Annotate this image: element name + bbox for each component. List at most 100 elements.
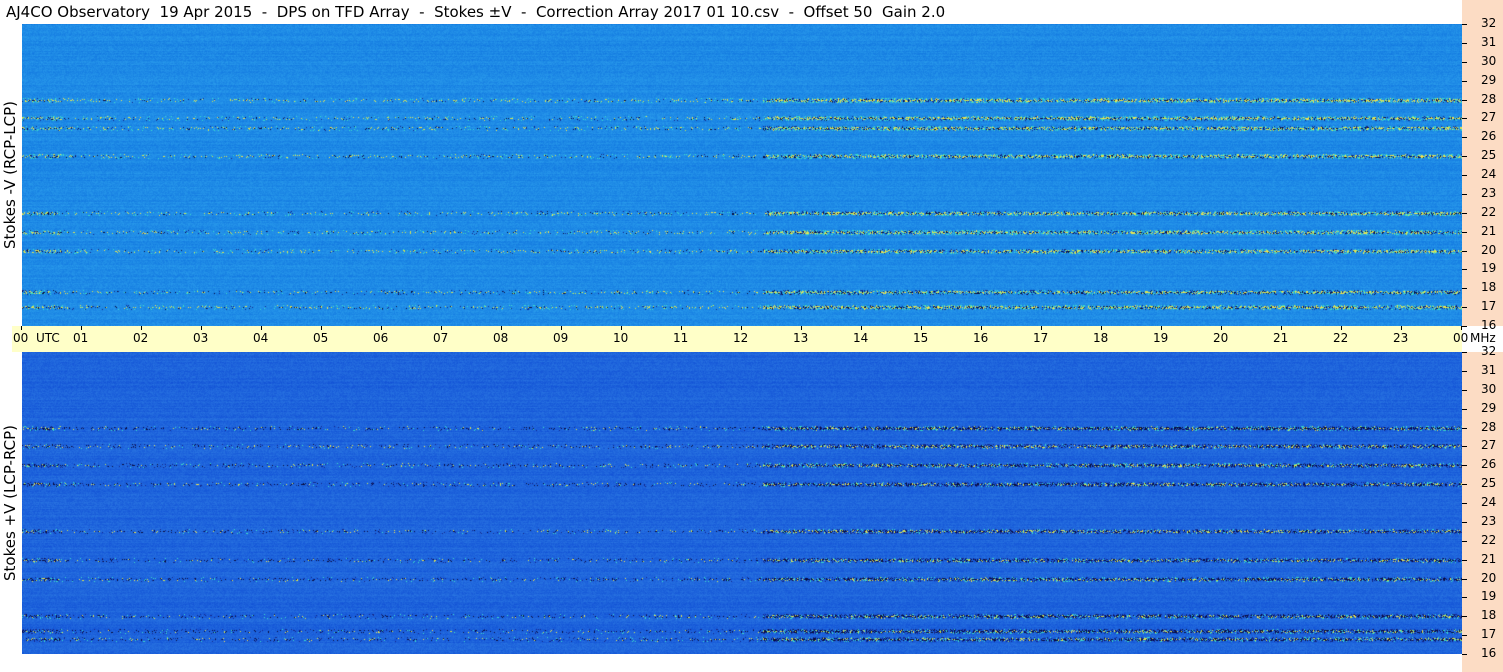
freq-tick-label: 29 — [1481, 72, 1497, 87]
time-tick-label: 22 — [1333, 331, 1349, 345]
time-tick-mark — [1161, 326, 1162, 330]
freq-tick-label: 25 — [1481, 476, 1497, 491]
freq-tick-mark — [1462, 427, 1467, 429]
time-tick-mark — [921, 326, 922, 330]
time-tick-label: 10 — [613, 331, 629, 345]
freq-tick-mark — [1462, 193, 1467, 195]
freq-tick-label: 30 — [1481, 381, 1497, 396]
time-tick-mark — [441, 326, 442, 330]
time-tick-label: 15 — [913, 331, 929, 345]
time-tick-mark — [741, 326, 742, 330]
time-tick-mark — [1101, 326, 1102, 330]
freq-tick-mark — [1462, 654, 1467, 655]
freq-tick-label: 16 — [1481, 318, 1497, 332]
freq-tick-mark — [1462, 540, 1467, 542]
freq-tick-mark — [1462, 352, 1467, 353]
time-tick-mark — [1461, 326, 1462, 330]
top-panel-label: Stokes -V (RCP-LCP) — [1, 101, 19, 249]
freq-tick-label: 23 — [1481, 513, 1497, 528]
freq-tick-mark — [1462, 250, 1467, 252]
freq-tick-label: 24 — [1481, 167, 1497, 181]
time-tick-label: 13 — [793, 331, 809, 345]
freq-tick-mark — [1462, 156, 1467, 158]
freq-tick-mark — [1462, 231, 1467, 233]
freq-tick-mark — [1462, 578, 1467, 580]
freq-tick-mark — [1462, 326, 1467, 327]
freq-tick-label: 26 — [1481, 129, 1497, 144]
time-tick-mark — [1041, 326, 1042, 330]
freq-tick-label: 32 — [1481, 16, 1497, 30]
freq-tick-mark — [1462, 446, 1467, 448]
freq-tick-mark — [1462, 175, 1467, 176]
top-spectrogram — [22, 24, 1462, 326]
time-tick-label: 11 — [673, 331, 689, 345]
freq-tick-mark — [1462, 212, 1467, 214]
time-tick-mark — [1401, 326, 1402, 330]
freq-tick-mark — [1462, 370, 1467, 372]
freq-tick-label: 19 — [1481, 589, 1497, 604]
freq-tick-label: 28 — [1481, 91, 1497, 106]
freq-tick-mark — [1462, 118, 1467, 120]
freq-tick-label: 26 — [1481, 457, 1497, 472]
freq-tick-mark — [1462, 288, 1467, 290]
time-tick-mark — [381, 326, 382, 330]
freq-tick-label: 20 — [1481, 570, 1497, 585]
time-tick-label: 00 — [13, 331, 29, 345]
chart-title: AJ4CO Observatory 19 Apr 2015 - DPS on T… — [6, 3, 946, 21]
time-tick-label: 07 — [433, 331, 449, 345]
freq-tick-label: 31 — [1481, 34, 1497, 49]
time-tick-mark — [201, 326, 202, 330]
time-tick-label: 17 — [1033, 331, 1049, 345]
freq-tick-label: 29 — [1481, 400, 1497, 415]
time-tick-label: 02 — [133, 331, 149, 345]
freq-tick-mark — [1462, 484, 1467, 486]
time-tick-label: 06 — [373, 331, 389, 345]
time-tick-mark — [21, 326, 22, 330]
time-tick-label: 12 — [733, 331, 749, 345]
time-axis: 00 01 02 03 04 05 06 07 08 09 10 11 12 13 14 15 16 17 18 19… — [12, 326, 1496, 352]
time-tick-label: 23 — [1393, 331, 1409, 345]
freq-tick-mark — [1462, 61, 1467, 63]
freq-tick-mark — [1462, 616, 1467, 618]
freq-tick-mark — [1462, 42, 1467, 44]
time-tick-label: 09 — [553, 331, 569, 345]
time-tick-mark — [501, 326, 502, 330]
freq-tick-label: 28 — [1481, 419, 1497, 434]
time-tick-mark — [321, 326, 322, 330]
time-tick-mark — [621, 326, 622, 330]
freq-tick-mark — [1462, 408, 1467, 410]
freq-tick-label: 19 — [1481, 261, 1497, 276]
bottom-spectrogram — [22, 352, 1462, 654]
freq-tick-mark — [1462, 521, 1467, 523]
time-tick-label: 04 — [253, 331, 269, 345]
freq-tick-label: 17 — [1481, 299, 1497, 314]
time-tick-mark — [1221, 326, 1222, 330]
freq-tick-mark — [1462, 137, 1467, 139]
freq-tick-label: 30 — [1481, 53, 1497, 68]
time-tick-mark — [981, 326, 982, 330]
freq-tick-label: 23 — [1481, 185, 1497, 200]
time-tick-label: 20 — [1213, 331, 1229, 345]
freq-tick-mark — [1462, 99, 1467, 101]
time-tick-mark — [1281, 326, 1282, 330]
freq-tick-mark — [1462, 269, 1467, 271]
time-tick-label: 18 — [1093, 331, 1109, 345]
freq-tick-label: 24 — [1481, 495, 1497, 509]
freq-tick-label: 17 — [1481, 627, 1497, 642]
freq-tick-label: 20 — [1481, 242, 1497, 257]
freq-tick-mark — [1462, 559, 1467, 561]
time-tick-label: 16 — [973, 331, 989, 345]
time-tick-label: 21 — [1273, 331, 1289, 345]
top-panel-side-label: Stokes -V (RCP-LCP) — [0, 24, 20, 326]
freq-tick-mark — [1462, 80, 1467, 82]
time-tick-mark — [81, 326, 82, 330]
time-tick-label: 08 — [493, 331, 509, 345]
time-tick-label: 19 — [1153, 331, 1169, 345]
time-tick-label: 01 — [73, 331, 89, 345]
freq-tick-mark — [1462, 635, 1467, 637]
freq-tick-label: 32 — [1481, 344, 1497, 358]
time-tick-mark — [1341, 326, 1342, 330]
freq-tick-label: 18 — [1481, 608, 1497, 623]
time-tick-mark — [681, 326, 682, 330]
bottom-panel-label: Stokes +V (LCP-RCP) — [1, 425, 19, 581]
